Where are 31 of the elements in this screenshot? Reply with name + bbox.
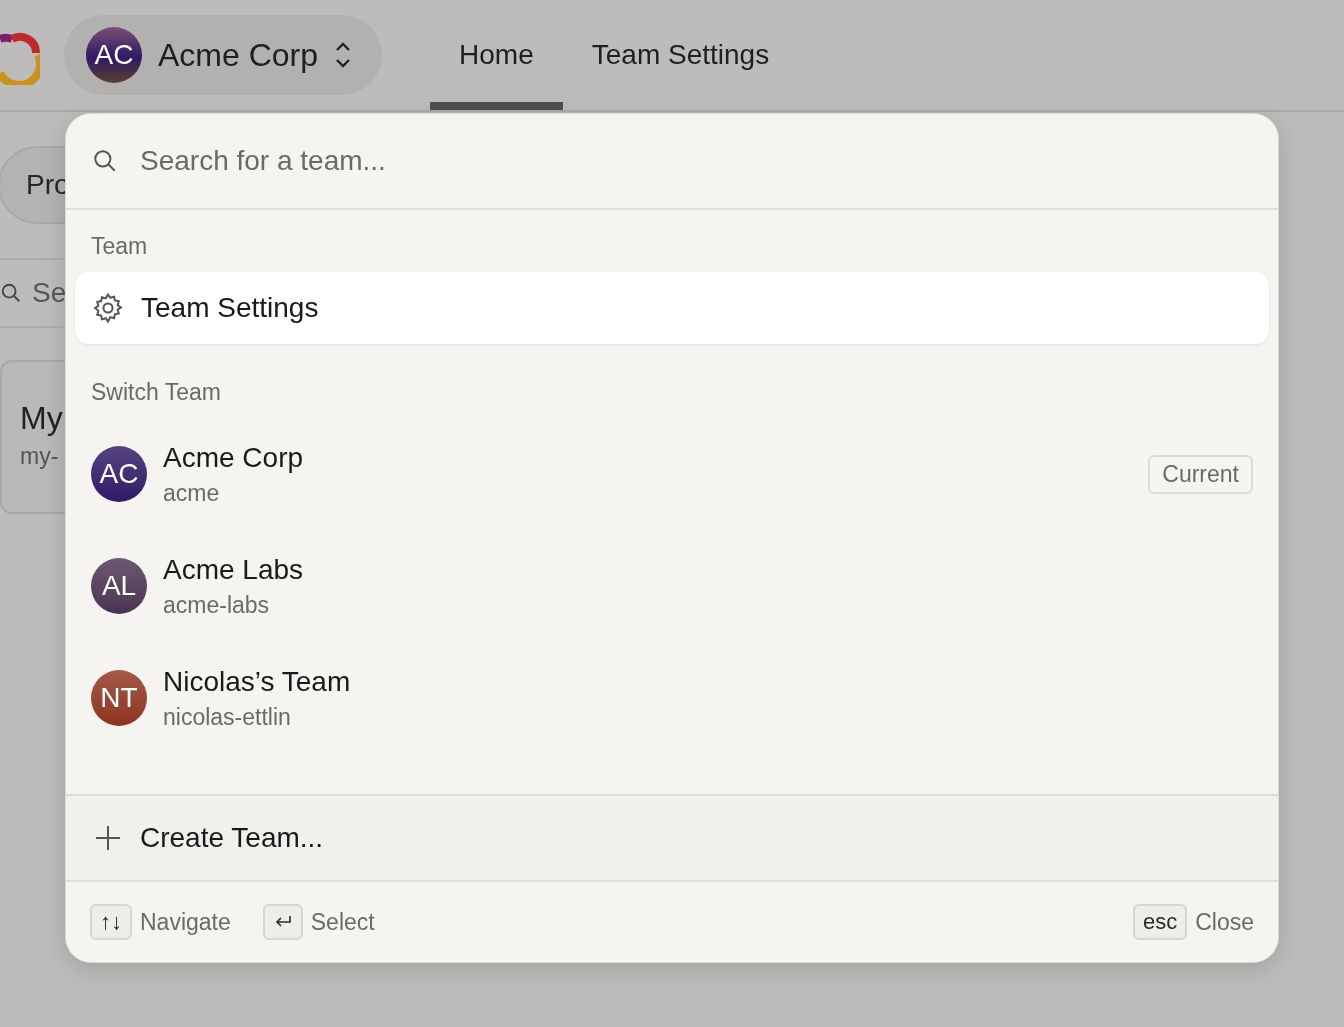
- hint-label: Close: [1195, 908, 1254, 936]
- team-name: Acme Corp: [163, 441, 305, 474]
- section-heading: Team: [90, 232, 149, 261]
- project-title: My: [20, 400, 64, 437]
- team-slug: acme-labs: [163, 591, 271, 619]
- team-slug: acme: [163, 479, 221, 507]
- menu-item-label: Team Settings: [141, 292, 319, 324]
- team-avatar: AL: [91, 558, 147, 614]
- team-name: Acme Labs: [163, 553, 305, 586]
- hint-label: Navigate: [140, 908, 231, 936]
- keyboard-key: ↑↓: [90, 904, 132, 940]
- team-switcher[interactable]: AC Acme Corp: [64, 15, 383, 95]
- menu-item[interactable]: Team Settings: [75, 272, 1269, 344]
- search-icon: [0, 282, 22, 304]
- search-icon: [92, 148, 118, 174]
- create-team-button[interactable]: Create Team...: [66, 794, 1278, 882]
- chevron-up-down-icon: [334, 41, 353, 69]
- project-slug: my-: [20, 443, 60, 470]
- team-avatar: NT: [91, 670, 147, 726]
- team-avatar: AC: [86, 27, 142, 83]
- plus-icon: [94, 824, 122, 852]
- team-avatar: AC: [91, 446, 147, 502]
- hint-label: Select: [310, 908, 375, 936]
- team-name: Acme Corp: [158, 36, 319, 74]
- keyboard-key: esc: [1132, 904, 1188, 940]
- settings-icon: [91, 291, 125, 325]
- current-badge: Current: [1148, 454, 1253, 494]
- team-slug: nicolas-ettlin: [163, 703, 292, 731]
- search-field[interactable]: Search for a team...: [138, 144, 1278, 178]
- nav-tab[interactable]: Team Settings: [562, 0, 799, 110]
- team-name: Nicolas’s Team: [163, 665, 352, 698]
